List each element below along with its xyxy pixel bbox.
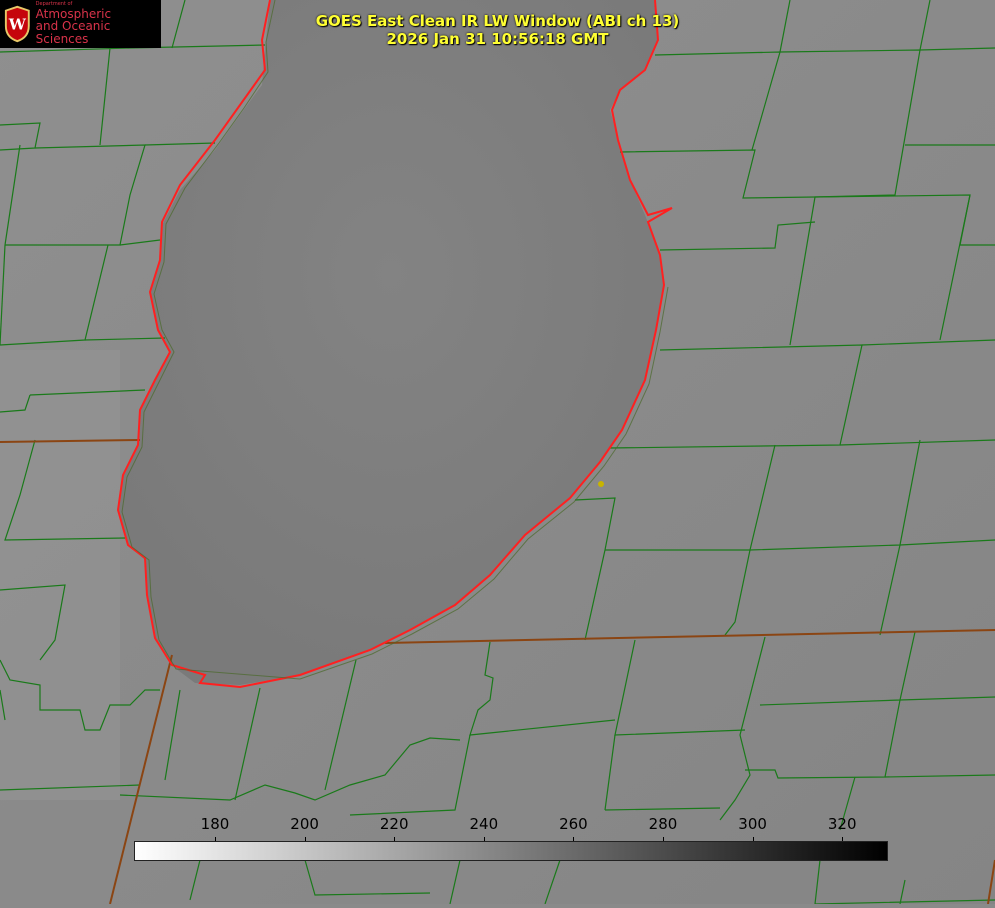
colorbar-tick-label: 240 [469,815,499,833]
location-marker [598,481,604,487]
colorbar-tick-mark [842,837,844,841]
colorbar-tick-label: 200 [290,815,319,833]
colorbar-tick-mark [663,837,664,841]
image-timestamp: 2026 Jan 31 10:56:18 GMT [386,30,609,48]
colorbar-tick-mark [215,837,216,841]
colorbar-gradient [134,841,888,861]
colorbar-tick-mark [483,837,485,841]
colorbar-tick-label: 280 [648,815,678,833]
colorbar-tick-label: 220 [379,815,409,833]
colorbar-tick-mark [752,837,754,841]
bright-land-region [0,350,120,800]
colorbar-tick-label: 300 [738,815,767,833]
image-title: GOES East Clean IR LW Window (ABI ch 13) [315,12,680,30]
colorbar-tick-label: 260 [559,815,588,833]
colorbar-tick-label: 180 [200,815,230,833]
colorbar-tick-mark [573,837,575,841]
map-canvas [0,0,995,905]
colorbar-tick-label: 320 [827,815,857,833]
satellite-map: W Department of Atmospheric and Oceanic … [0,0,995,905]
colorbar-tick-mark [304,837,306,841]
colorbar-tick-mark [394,837,396,841]
